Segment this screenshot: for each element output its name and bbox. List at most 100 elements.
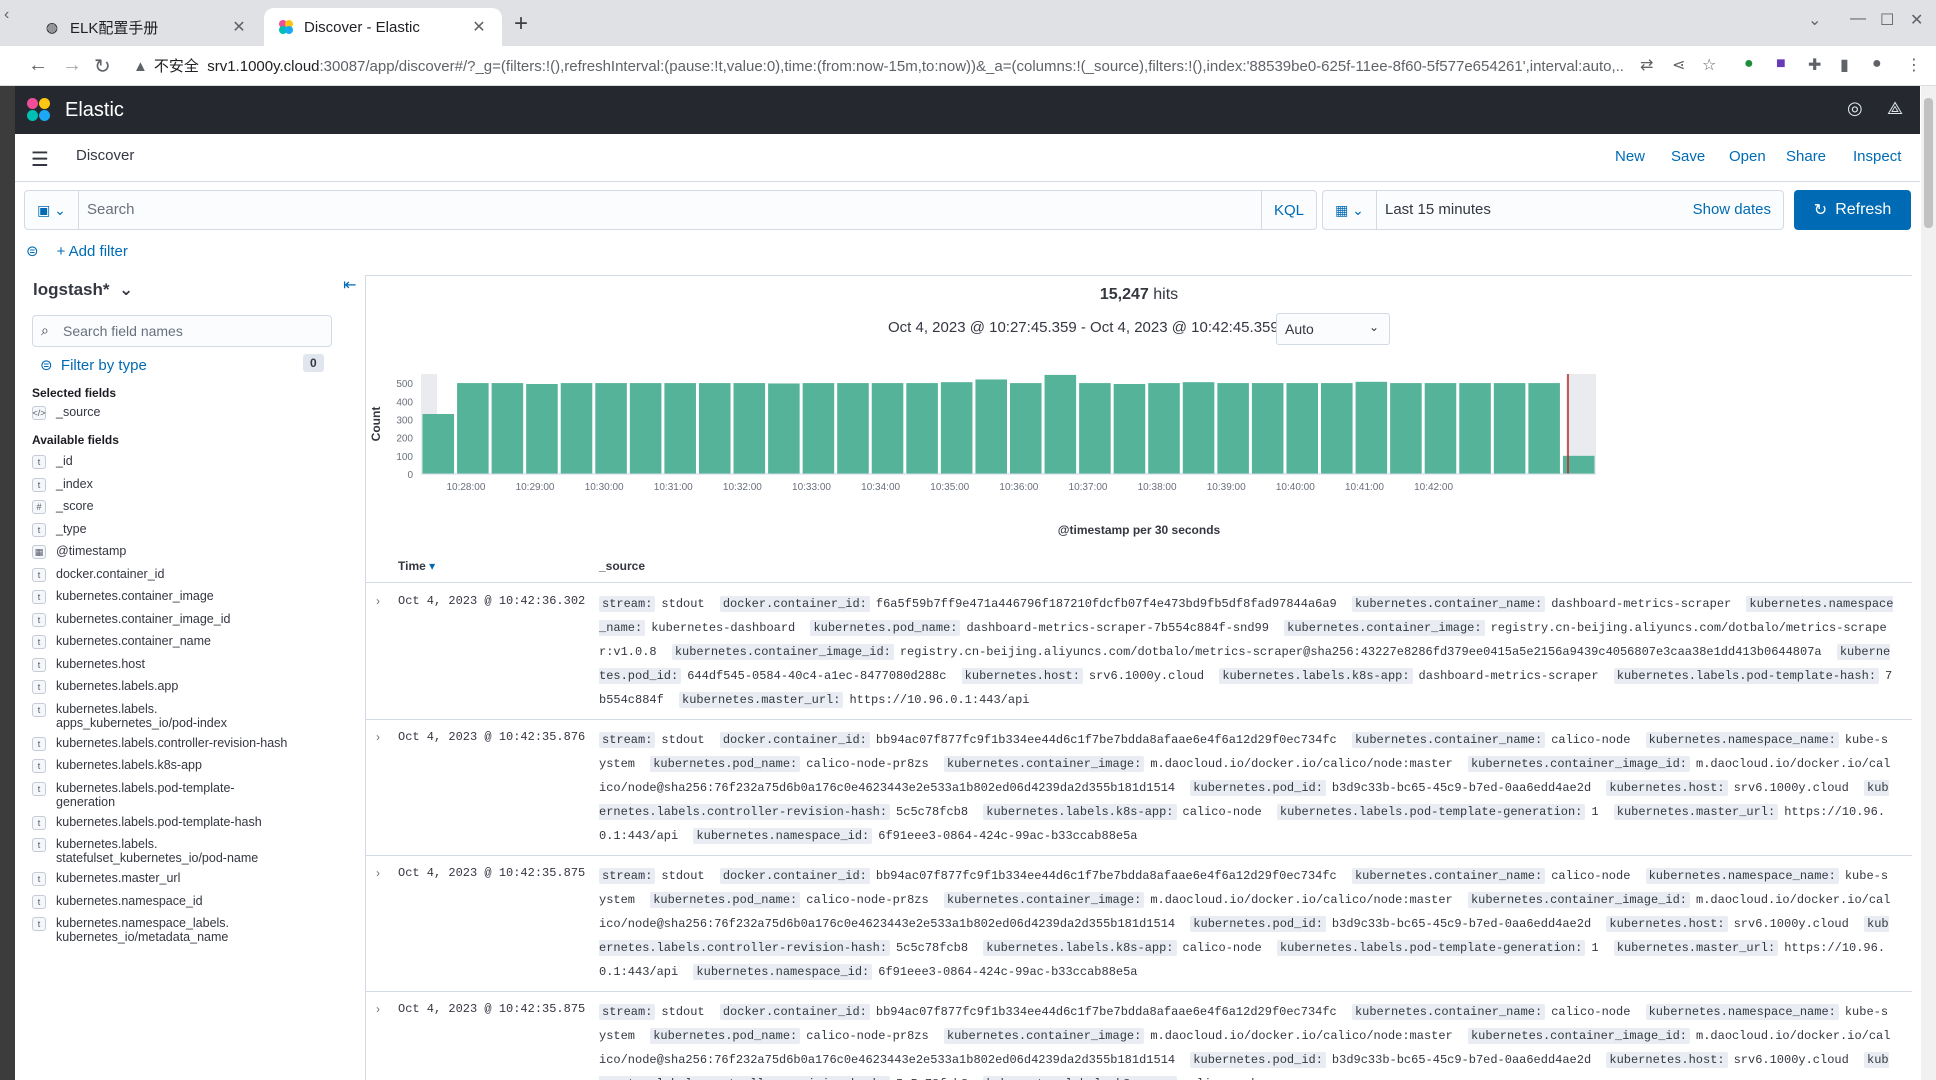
number-type-icon: # [32, 500, 46, 514]
field-item[interactable]: t docker.container_id [32, 567, 342, 582]
interval-select[interactable]: Auto ⌄ [1276, 313, 1390, 345]
field-item[interactable]: t _index [32, 477, 342, 492]
field-name: @timestamp [56, 544, 127, 558]
field-item[interactable]: </> _source [32, 405, 342, 420]
search-input[interactable]: Search [87, 201, 135, 218]
y-tick-label: 200 [396, 434, 413, 445]
expand-row-icon[interactable]: › [376, 1002, 380, 1016]
time-column-header[interactable]: Time ▾ [398, 559, 435, 573]
browser-tab-elk-manual[interactable]: ◍ ELK配置手册 ✕ [30, 8, 262, 46]
close-tab-icon[interactable]: ✕ [470, 17, 488, 37]
new-tab-button[interactable]: + [514, 10, 528, 38]
expand-row-icon[interactable]: › [376, 594, 380, 608]
sidebar-toggle-icon[interactable]: ‹ [4, 6, 9, 24]
field-item[interactable]: t kubernetes.labels.pod-template-hash [32, 815, 342, 830]
save-button[interactable]: Save [1671, 148, 1705, 165]
source-field-value: b3d9c33b-bc65-45c9-b7ed-0aa6edd4ae2d [1331, 917, 1592, 931]
filter-by-type-button[interactable]: ⊜ Filter by type [40, 356, 147, 374]
newsfeed-icon[interactable]: ⟁ [1887, 98, 1903, 119]
field-item[interactable]: t kubernetes.labels.controller-revision-h… [32, 736, 342, 751]
field-item[interactable]: t kubernetes.labels. apps_kubernetes_io/p… [32, 702, 342, 730]
expand-row-icon[interactable]: › [376, 866, 380, 880]
field-item[interactable]: t kubernetes.namespace_id [32, 894, 342, 909]
date-picker: ▦ ⌄ Last 15 minutes Show dates [1322, 190, 1784, 230]
string-type-icon: t [32, 635, 46, 649]
collapse-sidebar-icon[interactable]: ⇤ [343, 275, 356, 295]
field-item[interactable]: t _id [32, 454, 342, 469]
field-item[interactable]: t kubernetes.labels.app [32, 679, 342, 694]
profile-icon[interactable]: ● [1872, 55, 1882, 73]
new-button[interactable]: New [1615, 148, 1645, 165]
field-search-input[interactable]: ⌕ Search field names [32, 315, 332, 347]
puzzle-icon[interactable]: ✚ [1808, 55, 1821, 75]
kql-toggle-button[interactable]: KQL [1261, 191, 1316, 229]
y-axis-label: Count [369, 407, 383, 442]
minimize-icon[interactable]: — [1850, 10, 1866, 28]
browser-tab-discover[interactable]: Discover - Elastic ✕ [264, 8, 502, 46]
refresh-button[interactable]: ↻ Refresh [1794, 190, 1911, 230]
field-item[interactable]: t kubernetes.labels.k8s-app [32, 758, 342, 773]
scrollbar-thumb[interactable] [1924, 98, 1933, 228]
histogram-bar [1528, 383, 1560, 474]
source-field-key: kubernetes.container_image: [1284, 620, 1485, 636]
source-field-key: kubernetes.container_image: [943, 892, 1145, 908]
histogram-bar [1148, 383, 1180, 474]
source-field-key: kubernetes.container_name: [1351, 868, 1546, 884]
field-item[interactable]: # _score [32, 499, 342, 514]
source-field-key: kubernetes.pod_id: [1190, 780, 1326, 796]
filter-by-type-label: Filter by type [60, 357, 147, 374]
quick-menu-button[interactable]: ▦ ⌄ [1323, 191, 1377, 229]
extension-icon[interactable]: ● [1744, 55, 1754, 73]
index-pattern-selector[interactable]: logstash* ⌄ [33, 280, 133, 300]
time-range-label[interactable]: Last 15 minutes [1385, 201, 1491, 218]
field-item[interactable]: t kubernetes.container_image [32, 589, 342, 604]
maximize-icon[interactable]: ☐ [1880, 10, 1894, 30]
field-item[interactable]: ▦ @timestamp [32, 544, 342, 559]
field-item[interactable]: t kubernetes.labels. statefulset_kubernet… [32, 837, 342, 865]
breadcrumb[interactable]: Discover [76, 147, 134, 164]
field-item[interactable]: t kubernetes.container_name [32, 634, 342, 649]
field-item[interactable]: t kubernetes.namespace_labels. kubernetes… [32, 916, 342, 944]
open-button[interactable]: Open [1729, 148, 1766, 165]
help-icon[interactable]: ◎ [1847, 98, 1863, 119]
tab-search-icon[interactable]: ⌄ [1808, 10, 1821, 30]
expand-row-icon[interactable]: › [376, 730, 380, 744]
field-item[interactable]: t _type [32, 522, 342, 537]
translate-icon[interactable]: ⇄ [1640, 55, 1653, 75]
show-dates-button[interactable]: Show dates [1693, 201, 1771, 218]
source-field-key: kubernetes.namespace_name: [1645, 868, 1839, 884]
hamburger-menu-icon[interactable]: ☰ [31, 147, 49, 172]
url-field[interactable]: ▲ 不安全 srv1.1000y.cloud:30087/app/discover… [133, 55, 1623, 76]
share-button[interactable]: Share [1786, 148, 1826, 165]
source-field-value: srv6.1000y.cloud [1733, 917, 1849, 931]
field-item[interactable]: t kubernetes.container_image_id [32, 612, 342, 627]
field-item[interactable]: t kubernetes.host [32, 657, 342, 672]
histogram-bar [1424, 383, 1457, 474]
histogram-bar [871, 383, 904, 474]
menu-kebab-icon[interactable]: ⋮ [1906, 55, 1922, 75]
elastic-logo-icon[interactable] [27, 98, 51, 122]
close-tab-icon[interactable]: ✕ [230, 17, 248, 37]
side-panel-icon[interactable]: ▮ [1840, 55, 1849, 75]
string-type-icon: t [32, 872, 46, 886]
extension-icon[interactable]: ■ [1776, 55, 1786, 73]
source-field-key: kubernetes.host: [1606, 1052, 1728, 1068]
brand-title[interactable]: Elastic [65, 99, 124, 122]
add-filter-button[interactable]: + Add filter [57, 243, 128, 260]
back-icon[interactable]: ← [28, 54, 48, 77]
interval-value: Auto [1285, 321, 1314, 337]
page-scrollbar[interactable] [1921, 86, 1936, 1080]
histogram-chart[interactable]: Count 0 100 200 300 400 500 10:28:00 10:29:00 10:… [366, 356, 1912, 526]
field-item[interactable]: t kubernetes.master_url [32, 871, 342, 886]
saved-query-menu-button[interactable]: ▣ ⌄ [25, 191, 79, 229]
inspect-button[interactable]: Inspect [1853, 148, 1901, 165]
x-tick-label: 10:30:00 [585, 482, 624, 493]
reload-icon[interactable]: ↻ [94, 54, 111, 79]
field-item[interactable]: t kubernetes.labels.pod-template- generat… [32, 781, 342, 809]
bookmark-star-icon[interactable]: ☆ [1702, 55, 1716, 75]
row-source: stream: stdout docker.container_id: bb94ac… [599, 1000, 1894, 1080]
forward-icon[interactable]: → [62, 54, 82, 77]
share-icon[interactable]: ⋖ [1672, 55, 1685, 75]
filter-menu-icon[interactable]: ⊜ [26, 242, 39, 260]
window-close-icon[interactable]: ✕ [1910, 10, 1923, 30]
